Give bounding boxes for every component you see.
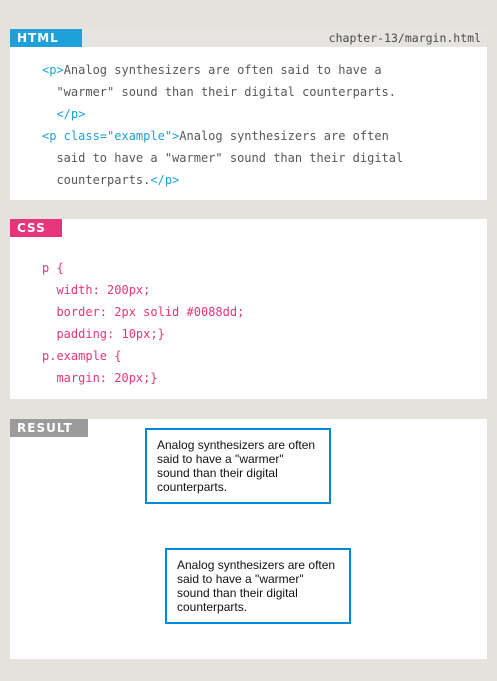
- html-tag-label: HTML: [10, 29, 82, 47]
- code-tag: <p>: [42, 63, 64, 77]
- result-tag-label: RESULT: [10, 419, 88, 437]
- code-tag: </p>: [42, 107, 86, 121]
- code-text: counterparts.: [42, 173, 151, 187]
- code-line: p.example {: [42, 349, 122, 363]
- css-code-block: p { width: 200px; border: 2px solid #008…: [42, 257, 244, 389]
- code-line: p {: [42, 261, 64, 275]
- html-code-block: <p>Analog synthesizers are often said to…: [42, 59, 403, 191]
- code-text: "warmer" sound than their digital counte…: [42, 85, 397, 99]
- css-code-panel: CSS p { width: 200px; border: 2px solid …: [10, 219, 487, 399]
- code-line: width: 200px;: [42, 283, 151, 297]
- code-line: border: 2px solid #0088dd;: [42, 305, 245, 319]
- code-line: </p>: [42, 103, 403, 125]
- result-paragraph-example: Analog synthesizers are often said to ha…: [165, 548, 351, 624]
- code-text: said to have a "warmer" sound than their…: [42, 151, 404, 165]
- result-panel: RESULT Analog synthesizers are often sai…: [10, 419, 487, 659]
- code-line: margin: 20px;}: [42, 371, 158, 385]
- code-line: counterparts.</p>: [42, 169, 403, 191]
- code-line: said to have a "warmer" sound than their…: [42, 147, 403, 169]
- result-paragraph: Analog synthesizers are often said to ha…: [145, 428, 331, 504]
- code-tag: </p>: [150, 173, 180, 187]
- code-line: padding: 10px;}: [42, 327, 165, 341]
- code-line: <p>Analog synthesizers are often said to…: [42, 59, 403, 81]
- code-tag: <p class="example">: [42, 129, 180, 143]
- filename-label: chapter-13/margin.html: [328, 31, 481, 45]
- html-code-panel: HTML chapter-13/margin.html <p>Analog sy…: [10, 29, 487, 200]
- code-text: Analog synthesizers are often: [179, 129, 389, 143]
- code-line: <p class="example">Analog synthesizers a…: [42, 125, 403, 147]
- code-line: "warmer" sound than their digital counte…: [42, 81, 403, 103]
- css-tag-label: CSS: [10, 219, 62, 237]
- code-text: Analog synthesizers are often said to ha…: [63, 63, 382, 77]
